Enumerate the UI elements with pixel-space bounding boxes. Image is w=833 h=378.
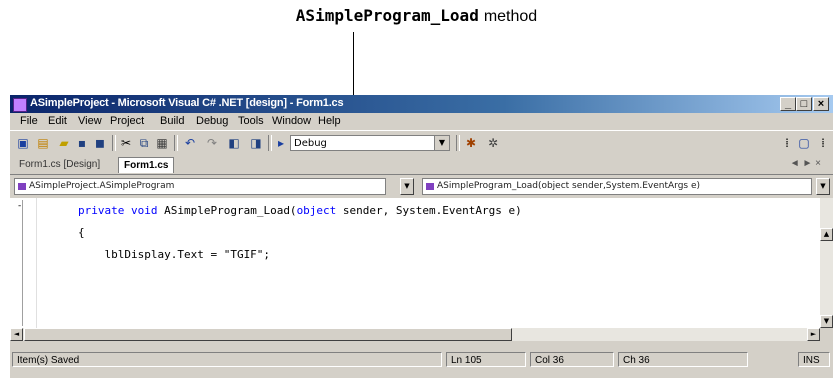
save-icon[interactable]: ▪: [74, 135, 90, 151]
menu-build[interactable]: Build: [160, 115, 184, 127]
add-item-icon[interactable]: ▤: [34, 135, 52, 151]
horizontal-scrollbar[interactable]: ◄ ►: [10, 328, 820, 341]
status-message: Item(s) Saved: [12, 352, 442, 367]
scroll-up-icon[interactable]: ▲: [820, 228, 833, 241]
class-combo-dropdown-icon[interactable]: ▼: [400, 178, 414, 195]
status-line: Ln 105: [446, 352, 526, 367]
outline-gutter: -: [10, 198, 37, 328]
menu-bar: File Edit View Project Build Debug Tools…: [10, 113, 833, 130]
toolbar-grip-icon: ⁞: [785, 136, 789, 150]
menu-help[interactable]: Help: [318, 115, 341, 127]
toolbar-separator: [112, 135, 116, 151]
undo-icon[interactable]: ↶: [180, 135, 200, 151]
annotation-method-name: ASimpleProgram_Load: [295, 6, 479, 25]
save-all-icon[interactable]: ◼: [92, 135, 108, 151]
vertical-scrollbar[interactable]: ▲ ▼: [820, 198, 833, 328]
navigate-back-icon[interactable]: ◧: [224, 135, 244, 151]
navigation-bar: ASimpleProject.ASimpleProgram ▼ ASimpleP…: [10, 175, 833, 197]
status-column: Col 36: [530, 352, 614, 367]
properties-icon[interactable]: ▢: [796, 135, 812, 151]
toolbar-separator: [174, 135, 178, 151]
config-combo-value: Debug: [294, 138, 327, 149]
close-button[interactable]: ×: [813, 97, 829, 111]
cut-icon[interactable]: ✂: [118, 135, 134, 151]
toolbar-separator: [268, 135, 272, 151]
annotation-suffix: method: [483, 8, 538, 25]
navigate-forward-icon[interactable]: ◨: [246, 135, 266, 151]
code-line-2: {: [78, 226, 85, 239]
menu-debug[interactable]: Debug: [196, 115, 228, 127]
standard-toolbar: ▣ ▤ ▰ ▪ ◼ ✂ ⧉ ▦ ↶ ↷ ◧ ◨ ▸ Debug ▼ ✱ ✲ ⁞ …: [10, 130, 833, 156]
horizontal-scroll-thumb[interactable]: [24, 328, 512, 341]
scroll-right-icon[interactable]: ►: [807, 328, 820, 341]
start-icon[interactable]: ▸: [274, 135, 288, 151]
code-line-3: lblDisplay.Text = "TGIF";: [78, 248, 271, 261]
toolbar-grip-icon: ⁞: [821, 136, 825, 150]
tab-nav-close-icon[interactable]: ◄ ► ×: [790, 158, 821, 169]
code-line-1: private void ASimpleProgram_Load(object …: [78, 204, 522, 217]
tab-form1-code[interactable]: Form1.cs: [118, 157, 175, 173]
member-combo[interactable]: ASimpleProgram_Load(object sender,System…: [422, 178, 812, 195]
status-char: Ch 36: [618, 352, 748, 367]
tab-form1-design[interactable]: Form1.cs [Design]: [14, 157, 105, 172]
collapse-icon[interactable]: -: [18, 201, 21, 211]
toolbar-separator: [456, 135, 460, 151]
menu-edit[interactable]: Edit: [48, 115, 67, 127]
menu-window[interactable]: Window: [272, 115, 311, 127]
maximize-button[interactable]: □: [796, 97, 812, 111]
menu-file[interactable]: File: [20, 115, 38, 127]
find-icon[interactable]: ✱: [462, 135, 480, 151]
title-bar: ASimpleProject - Microsoft Visual C# .NE…: [10, 95, 833, 113]
outline-line: [22, 200, 23, 326]
method-annotation: ASimpleProgram_Load method: [0, 6, 833, 26]
app-icon: [13, 98, 27, 112]
scroll-down-icon[interactable]: ▼: [820, 315, 833, 328]
method-icon: [426, 183, 434, 190]
member-combo-dropdown-icon[interactable]: ▼: [816, 178, 830, 195]
redo-icon[interactable]: ↷: [202, 135, 222, 151]
menu-view[interactable]: View: [78, 115, 102, 127]
class-combo[interactable]: ASimpleProject.ASimpleProgram: [14, 178, 386, 195]
scroll-left-icon[interactable]: ◄: [10, 328, 23, 341]
code-editor[interactable]: - private void ASimpleProgram_Load(objec…: [10, 198, 820, 328]
menu-project[interactable]: Project: [110, 115, 144, 127]
config-combo[interactable]: Debug ▼: [290, 135, 450, 151]
copy-icon[interactable]: ⧉: [136, 135, 152, 151]
class-combo-value: ASimpleProject.ASimpleProgram: [29, 181, 175, 191]
status-mode: INS: [798, 352, 830, 367]
chevron-down-icon[interactable]: ▼: [434, 136, 449, 150]
menu-tools[interactable]: Tools: [238, 115, 264, 127]
status-bar: Item(s) Saved Ln 105 Col 36 Ch 36 INS: [10, 350, 833, 370]
new-project-icon[interactable]: ▣: [14, 135, 32, 151]
paste-icon[interactable]: ▦: [154, 135, 170, 151]
minimize-button[interactable]: _: [780, 97, 796, 111]
class-icon: [18, 183, 26, 190]
document-tabs: Form1.cs [Design] Form1.cs ◄ ► ×: [10, 155, 833, 175]
member-combo-value: ASimpleProgram_Load(object sender,System…: [437, 181, 701, 191]
window-title: ASimpleProject - Microsoft Visual C# .NE…: [30, 97, 344, 109]
open-icon[interactable]: ▰: [56, 135, 72, 151]
solution-explorer-icon[interactable]: ✲: [484, 135, 502, 151]
ide-window: ASimpleProject - Microsoft Visual C# .NE…: [10, 95, 833, 378]
